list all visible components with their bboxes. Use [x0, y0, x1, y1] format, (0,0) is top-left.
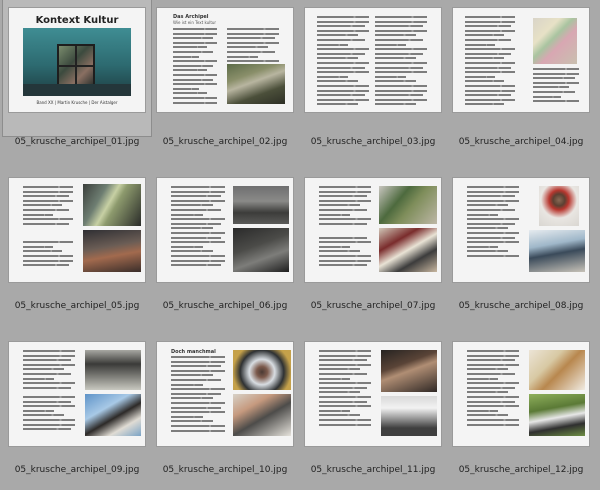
filename-label: 05_krusche_archipel_07.jpg [310, 301, 436, 311]
page-preview [9, 342, 145, 446]
page-subheading: Wie ist ein Text kultur [173, 20, 217, 25]
photo [83, 184, 141, 226]
photo [529, 230, 585, 272]
photo [539, 186, 579, 226]
photo [381, 396, 437, 436]
page-preview [453, 8, 589, 112]
photo [85, 394, 141, 436]
page-preview [453, 178, 589, 282]
filename-label: 05_krusche_archipel_08.jpg [458, 301, 584, 311]
filename-label: 05_krusche_archipel_05.jpg [14, 301, 140, 311]
photo [379, 186, 437, 224]
photo [233, 394, 291, 436]
photo [379, 228, 437, 272]
selection-frame: Kontext Kultur Band XX | Martin Krusche … [2, 0, 152, 137]
page-preview: Kontext Kultur Band XX | Martin Krusche … [9, 8, 145, 112]
page-preview [453, 342, 589, 446]
photo [529, 350, 585, 390]
photo [85, 350, 141, 390]
cover-subtitle: Band XX | Martin Krusche | Der Aistalger [36, 100, 118, 105]
cover-title: Kontext Kultur [35, 15, 119, 26]
photo [233, 186, 289, 224]
photo [233, 228, 289, 272]
filename-label: 05_krusche_archipel_01.jpg [14, 137, 140, 147]
page-preview [157, 178, 293, 282]
page-preview: Doch manchmal [157, 342, 293, 446]
filename-label: 05_krusche_archipel_02.jpg [162, 137, 288, 147]
filename-label: 05_krusche_archipel_04.jpg [458, 137, 584, 147]
filename-label: 05_krusche_archipel_11.jpg [310, 465, 436, 475]
filename-label: 05_krusche_archipel_12.jpg [458, 465, 584, 475]
cover-photo [23, 28, 131, 96]
thumbnail-grid: Kontext Kultur Band XX | Martin Krusche … [0, 0, 600, 490]
photo [227, 64, 285, 104]
photo [381, 350, 437, 392]
filename-label: 05_krusche_archipel_10.jpg [162, 465, 288, 475]
page-preview [9, 178, 145, 282]
photo [83, 230, 141, 272]
filename-label: 05_krusche_archipel_06.jpg [162, 301, 288, 311]
page-preview [305, 8, 441, 112]
photo [529, 394, 585, 436]
page-preview [305, 342, 441, 446]
photo [533, 18, 577, 64]
page-preview: Das Archipel Wie ist ein Text kultur [157, 8, 293, 112]
page-preview [305, 178, 441, 282]
photo [233, 350, 291, 390]
page-heading: Doch manchmal [171, 349, 216, 355]
filename-label: 05_krusche_archipel_03.jpg [310, 137, 436, 147]
filename-label: 05_krusche_archipel_09.jpg [14, 465, 140, 475]
